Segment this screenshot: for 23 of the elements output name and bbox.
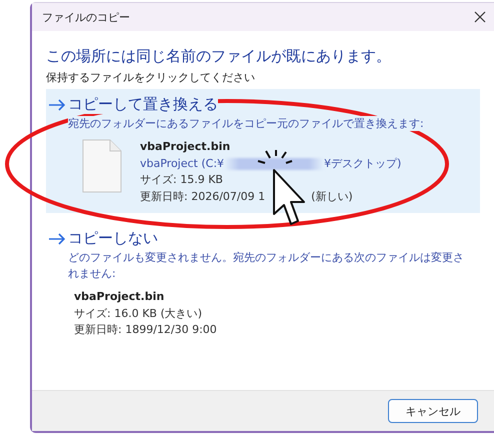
instruction-text: 保持するファイルをクリックしてください <box>46 70 256 85</box>
cursor-click-icon <box>257 150 305 225</box>
option-card[interactable]: コピーして置き換える 宛先のフォルダーにあるファイルをコピー元のファイルで置き換えます: vbaProject.bin vbaProject (C:¥ ¥デスクトップ) サイズ: 15.9 KB 更新日時: 2026/07/09 1 (新しい) <box>46 89 480 214</box>
file-location[interactable]: vbaProject (C:¥ <box>140 156 224 172</box>
option-description: 宛先のフォルダーにあるファイルをコピー元のファイルで置き換えます: <box>68 116 424 132</box>
arrow-icon <box>48 98 66 110</box>
close-icon[interactable] <box>474 11 486 23</box>
dialog-heading: この場所には同じ名前のファイルが既にあります。 <box>46 47 392 66</box>
file-status: (新しい) <box>311 188 353 205</box>
window-title: ファイルのコピー <box>42 10 130 24</box>
file-size: サイズ: 15.9 KB <box>140 172 224 188</box>
file-name: vbaProject.bin <box>74 289 166 306</box>
arrow-icon <box>48 232 66 245</box>
file-size: サイズ: 16.0 KB (大きい) <box>74 306 204 322</box>
file-modified: 更新日時: 1899/12/30 9:00 <box>74 322 217 338</box>
option-title: コピーしない <box>68 229 158 248</box>
option-title: コピーして置き換える <box>68 95 218 114</box>
option-card[interactable]: コピーしない どのファイルも変更されません。宛先のフォルダーにある次のファイルは変更されません: vbaProject.bin サイズ: 16.0 KB (大きい) 更新日時: 1899/12/30 9:00 <box>46 223 480 347</box>
cancel-button[interactable]: キャンセル <box>388 399 478 423</box>
file-location[interactable]: ¥デスクトップ) <box>324 156 402 172</box>
file-modified: 更新日時: 2026/07/09 1 <box>140 188 266 205</box>
file-icon <box>82 139 122 194</box>
file-name: vbaProject.bin <box>140 139 232 156</box>
